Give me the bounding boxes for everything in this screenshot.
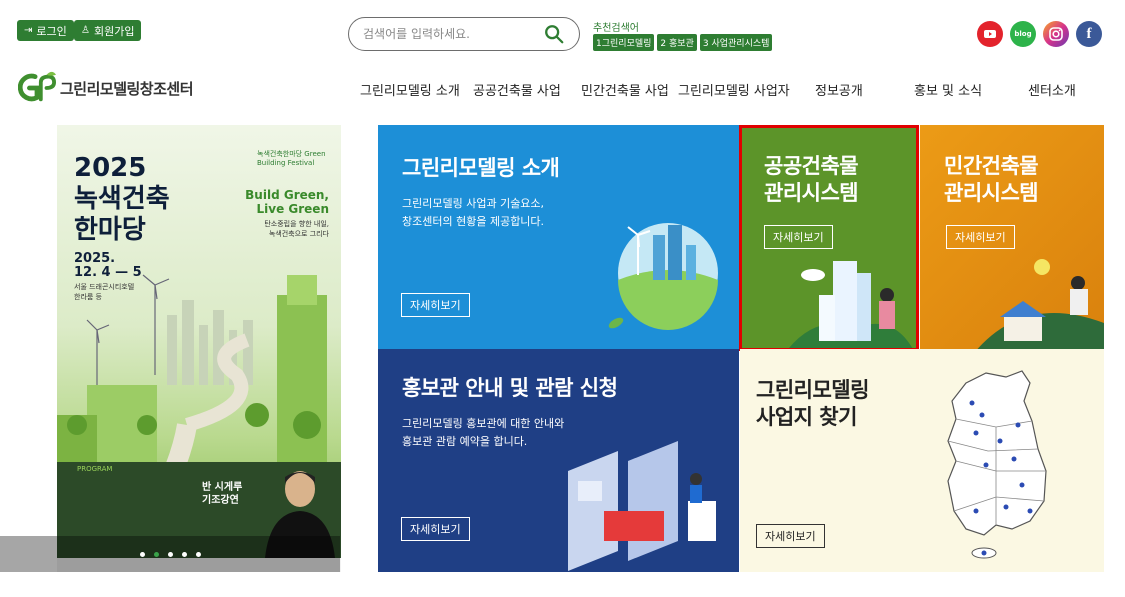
poster-venue: 서울 드래곤시티호텔 한라룸 등: [74, 282, 174, 302]
event-poster[interactable]: 녹색건축한마당 Green Building Festival 2025 녹색건…: [57, 125, 341, 572]
nav-item-public[interactable]: 공공건축물 사업: [473, 80, 561, 99]
poster-title-line: 한마당: [74, 215, 146, 245]
nav-item-disclosure[interactable]: 정보공개: [815, 80, 863, 99]
recommended-tags: 1그린리모델링 2 홍보관 3 사업관리시스템: [593, 34, 773, 51]
speaker-line: 기조강연: [202, 495, 239, 506]
signup-label: 회원가입: [93, 24, 135, 38]
recommended-tag[interactable]: 3 사업관리시스템: [699, 34, 773, 51]
poster-slogan: Build Green, Live Green: [245, 188, 329, 216]
more-button[interactable]: 자세히보기: [756, 524, 825, 548]
search-box: [348, 17, 580, 51]
public-building-illustration: [788, 261, 913, 349]
tile-promo-hall[interactable]: 홍보관 안내 및 관람 신청 그린리모델링 홍보관에 대한 안내와 홍보관 관람…: [378, 349, 739, 572]
slogan-line: Build Green,: [245, 188, 329, 202]
subtitle-line: 탄소중립을 향한 내일,: [264, 220, 329, 228]
tile-desc: 그린리모델링 사업과 기술요소, 창조센터의 현황을 제공합니다.: [402, 195, 544, 231]
subtitle-line: 녹색건축으로 그리다: [268, 230, 329, 238]
poster-date: 2025. 12. 4 — 5: [74, 252, 142, 280]
tile-title: 그린리모델링 소개: [402, 156, 560, 180]
nav-item-center[interactable]: 센터소개: [1028, 80, 1076, 99]
logo-text: 그린리모델링창조센터: [60, 79, 194, 98]
tile-site-finder[interactable]: 그린리모델링 사업지 찾기 자세히보기: [740, 349, 1104, 572]
tile-title: 민간건축물 관리시스템: [944, 153, 1039, 207]
pager-dot[interactable]: [139, 551, 145, 557]
title-line: 사업지 찾기: [756, 405, 857, 429]
nav-item-intro[interactable]: 그린리모델링 소개: [360, 80, 460, 99]
desc-line: 그린리모델링 홍보관에 대한 안내와: [402, 417, 565, 430]
title-line: 민간건축물: [944, 154, 1039, 178]
pager-dot[interactable]: [181, 551, 187, 557]
green-globe-illustration: [608, 223, 718, 330]
user-icon: ♙: [81, 25, 90, 36]
pager-dot[interactable]: [167, 551, 173, 557]
instagram-icon[interactable]: [1043, 21, 1069, 47]
logo[interactable]: 그린리모델링창조센터: [18, 70, 194, 106]
facebook-icon[interactable]: f: [1076, 21, 1102, 47]
slider-pager: [0, 536, 340, 572]
blog-icon[interactable]: blog: [1010, 21, 1036, 47]
poster-title-line: 녹색건축: [74, 184, 170, 214]
title-line: 공공건축물: [764, 154, 859, 178]
more-button[interactable]: 자세히보기: [401, 293, 470, 317]
slogan-line: Live Green: [256, 202, 330, 216]
venue-line: 한라룸 등: [74, 293, 102, 301]
tile-title: 홍보관 안내 및 관람 신청: [402, 376, 618, 400]
desc-line: 창조센터의 현황을 제공합니다.: [402, 215, 545, 228]
recommended-tag[interactable]: 1그린리모델링: [593, 34, 655, 51]
date-line: 2025.: [74, 251, 116, 266]
korea-map-icon[interactable]: [926, 361, 1076, 561]
date-line: 12. 4 — 5: [74, 265, 142, 280]
private-house-illustration: [977, 259, 1104, 349]
poster-subtitle: 탄소중립을 향한 내일, 녹색건축으로 그리다: [264, 219, 329, 239]
recommended-label: 추천검색어: [593, 23, 639, 34]
signup-button[interactable]: ♙ 회원가입: [74, 20, 142, 41]
more-button[interactable]: 자세히보기: [946, 225, 1015, 249]
more-button[interactable]: 자세히보기: [401, 517, 470, 541]
tile-private-system[interactable]: 민간건축물 관리시스템 자세히보기: [920, 125, 1104, 349]
pager-dot[interactable]: [195, 551, 201, 557]
tile-title: 그린리모델링 사업지 찾기: [756, 377, 869, 431]
desc-line: 홍보관 관람 예약을 합니다.: [402, 435, 528, 448]
tile-public-system[interactable]: 공공건축물 관리시스템 자세히보기: [740, 125, 918, 349]
youtube-icon[interactable]: [977, 21, 1003, 47]
poster-title-line: 2025: [74, 153, 147, 183]
desc-line: 그린리모델링 사업과 기술요소,: [402, 197, 545, 210]
speaker-line: 반 시게루: [202, 482, 243, 493]
title-line: 관리시스템: [764, 181, 859, 205]
festival-label: 녹색건축한마당 Green Building Festival: [257, 150, 326, 167]
login-label: 로그인: [36, 24, 67, 38]
tile-title: 공공건축물 관리시스템: [764, 153, 859, 207]
title-line: 그린리모델링: [756, 378, 869, 402]
login-button[interactable]: ⇥ 로그인: [17, 20, 74, 41]
title-line: 관리시스템: [944, 181, 1039, 205]
nav-item-news[interactable]: 홍보 및 소식: [914, 80, 982, 99]
search-icon[interactable]: [543, 23, 565, 45]
program-label: PROGRAM: [77, 465, 113, 473]
nav-item-business[interactable]: 그린리모델링 사업자: [678, 80, 790, 99]
nav-item-private[interactable]: 민간건축물 사업: [581, 80, 669, 99]
keynote-speaker: 반 시게루 기조강연: [202, 481, 242, 507]
pager-dot[interactable]: [153, 551, 159, 557]
recommended-tag[interactable]: 2 홍보관: [657, 34, 697, 51]
exhibition-illustration: [568, 441, 716, 571]
login-icon: ⇥: [24, 25, 33, 36]
venue-line: 서울 드래곤시티호텔: [74, 283, 135, 291]
logo-mark-icon: [18, 71, 56, 102]
tile-desc: 그린리모델링 홍보관에 대한 안내와 홍보관 관람 예약을 합니다.: [402, 415, 564, 451]
poster-title: 2025 녹색건축 한마당: [74, 153, 170, 246]
tile-intro[interactable]: 그린리모델링 소개 그린리모델링 사업과 기술요소, 창조센터의 현황을 제공합…: [378, 125, 739, 349]
search-input[interactable]: [363, 27, 543, 41]
